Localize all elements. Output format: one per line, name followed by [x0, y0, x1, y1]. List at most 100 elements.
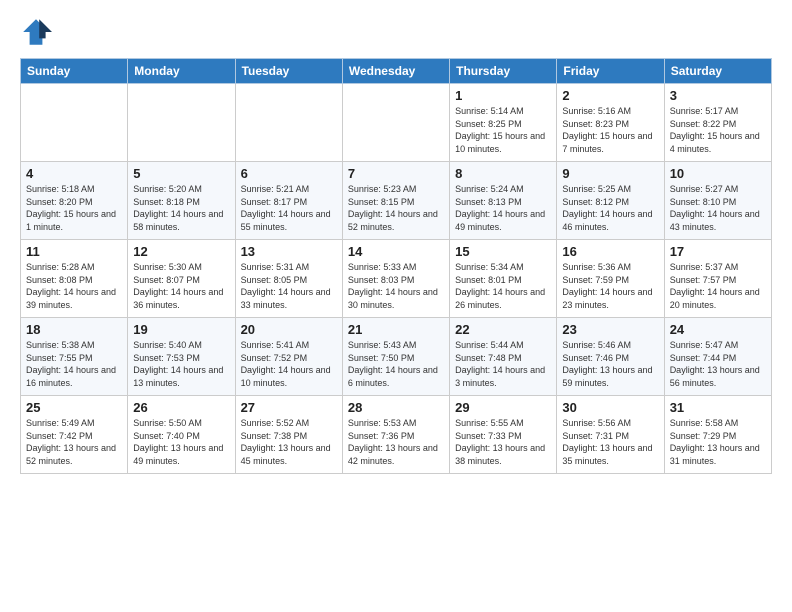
calendar-cell: 5 Sunrise: 5:20 AM Sunset: 8:18 PM Daylig…	[128, 162, 235, 240]
cell-details: Sunrise: 5:40 AM Sunset: 7:53 PM Dayligh…	[133, 339, 229, 389]
calendar-cell	[21, 84, 128, 162]
calendar-cell: 10 Sunrise: 5:27 AM Sunset: 8:10 PM Dayli…	[664, 162, 771, 240]
day-number: 25	[26, 400, 122, 415]
cell-details: Sunrise: 5:36 AM Sunset: 7:59 PM Dayligh…	[562, 261, 658, 311]
day-number: 28	[348, 400, 444, 415]
cell-details: Sunrise: 5:43 AM Sunset: 7:50 PM Dayligh…	[348, 339, 444, 389]
day-number: 10	[670, 166, 766, 181]
day-header-wednesday: Wednesday	[342, 59, 449, 84]
calendar-cell: 26 Sunrise: 5:50 AM Sunset: 7:40 PM Dayli…	[128, 396, 235, 474]
day-header-saturday: Saturday	[664, 59, 771, 84]
day-number: 11	[26, 244, 122, 259]
day-number: 9	[562, 166, 658, 181]
cell-details: Sunrise: 5:41 AM Sunset: 7:52 PM Dayligh…	[241, 339, 337, 389]
cell-details: Sunrise: 5:50 AM Sunset: 7:40 PM Dayligh…	[133, 417, 229, 467]
calendar-cell: 16 Sunrise: 5:36 AM Sunset: 7:59 PM Dayli…	[557, 240, 664, 318]
cell-details: Sunrise: 5:38 AM Sunset: 7:55 PM Dayligh…	[26, 339, 122, 389]
calendar-cell: 13 Sunrise: 5:31 AM Sunset: 8:05 PM Dayli…	[235, 240, 342, 318]
day-number: 14	[348, 244, 444, 259]
calendar-cell: 11 Sunrise: 5:28 AM Sunset: 8:08 PM Dayli…	[21, 240, 128, 318]
calendar-cell: 24 Sunrise: 5:47 AM Sunset: 7:44 PM Dayli…	[664, 318, 771, 396]
day-number: 27	[241, 400, 337, 415]
cell-details: Sunrise: 5:27 AM Sunset: 8:10 PM Dayligh…	[670, 183, 766, 233]
day-header-monday: Monday	[128, 59, 235, 84]
calendar-cell: 18 Sunrise: 5:38 AM Sunset: 7:55 PM Dayli…	[21, 318, 128, 396]
calendar-cell: 20 Sunrise: 5:41 AM Sunset: 7:52 PM Dayli…	[235, 318, 342, 396]
day-number: 1	[455, 88, 551, 103]
day-number: 22	[455, 322, 551, 337]
calendar-cell: 9Sunrise: 5:25 AM Sunset: 8:12 PM Daylig…	[557, 162, 664, 240]
calendar-week-3: 11 Sunrise: 5:28 AM Sunset: 8:08 PM Dayli…	[21, 240, 772, 318]
cell-details: Sunrise: 5:47 AM Sunset: 7:44 PM Dayligh…	[670, 339, 766, 389]
cell-details: Sunrise: 5:21 AM Sunset: 8:17 PM Dayligh…	[241, 183, 337, 233]
day-number: 16	[562, 244, 658, 259]
calendar-week-2: 4Sunrise: 5:18 AM Sunset: 8:20 PM Daylig…	[21, 162, 772, 240]
cell-details: Sunrise: 5:37 AM Sunset: 7:57 PM Dayligh…	[670, 261, 766, 311]
calendar-cell: 19 Sunrise: 5:40 AM Sunset: 7:53 PM Dayli…	[128, 318, 235, 396]
calendar-cell	[342, 84, 449, 162]
calendar-cell: 8Sunrise: 5:24 AM Sunset: 8:13 PM Daylig…	[450, 162, 557, 240]
day-number: 3	[670, 88, 766, 103]
page: SundayMondayTuesdayWednesdayThursdayFrid…	[0, 0, 792, 612]
cell-details: Sunrise: 5:58 AM Sunset: 7:29 PM Dayligh…	[670, 417, 766, 467]
day-number: 6	[241, 166, 337, 181]
day-number: 21	[348, 322, 444, 337]
cell-details: Sunrise: 5:23 AM Sunset: 8:15 PM Dayligh…	[348, 183, 444, 233]
day-number: 30	[562, 400, 658, 415]
cell-details: Sunrise: 5:33 AM Sunset: 8:03 PM Dayligh…	[348, 261, 444, 311]
cell-details: Sunrise: 5:44 AM Sunset: 7:48 PM Dayligh…	[455, 339, 551, 389]
calendar-cell: 29Sunrise: 5:55 AM Sunset: 7:33 PM Dayli…	[450, 396, 557, 474]
calendar-cell: 23 Sunrise: 5:46 AM Sunset: 7:46 PM Dayli…	[557, 318, 664, 396]
day-number: 15	[455, 244, 551, 259]
day-header-tuesday: Tuesday	[235, 59, 342, 84]
calendar-cell: 31 Sunrise: 5:58 AM Sunset: 7:29 PM Dayli…	[664, 396, 771, 474]
calendar-cell: 14 Sunrise: 5:33 AM Sunset: 8:03 PM Dayli…	[342, 240, 449, 318]
calendar-cell	[128, 84, 235, 162]
calendar-cell: 2 Sunrise: 5:16 AM Sunset: 8:23 PM Daylig…	[557, 84, 664, 162]
day-number: 12	[133, 244, 229, 259]
logo	[20, 16, 56, 48]
day-number: 29	[455, 400, 551, 415]
cell-details: Sunrise: 5:34 AM Sunset: 8:01 PM Dayligh…	[455, 261, 551, 311]
calendar-cell: 6 Sunrise: 5:21 AM Sunset: 8:17 PM Daylig…	[235, 162, 342, 240]
cell-details: Sunrise: 5:16 AM Sunset: 8:23 PM Dayligh…	[562, 105, 658, 155]
header	[20, 16, 772, 48]
calendar-cell: 7 Sunrise: 5:23 AM Sunset: 8:15 PM Daylig…	[342, 162, 449, 240]
calendar-week-4: 18 Sunrise: 5:38 AM Sunset: 7:55 PM Dayli…	[21, 318, 772, 396]
cell-details: Sunrise: 5:17 AM Sunset: 8:22 PM Dayligh…	[670, 105, 766, 155]
cell-details: Sunrise: 5:20 AM Sunset: 8:18 PM Dayligh…	[133, 183, 229, 233]
calendar-header-row: SundayMondayTuesdayWednesdayThursdayFrid…	[21, 59, 772, 84]
calendar-cell: 28 Sunrise: 5:53 AM Sunset: 7:36 PM Dayli…	[342, 396, 449, 474]
day-number: 5	[133, 166, 229, 181]
day-header-friday: Friday	[557, 59, 664, 84]
calendar-cell: 21 Sunrise: 5:43 AM Sunset: 7:50 PM Dayli…	[342, 318, 449, 396]
day-number: 17	[670, 244, 766, 259]
calendar-cell: 27 Sunrise: 5:52 AM Sunset: 7:38 PM Dayli…	[235, 396, 342, 474]
day-number: 26	[133, 400, 229, 415]
calendar-cell: 4Sunrise: 5:18 AM Sunset: 8:20 PM Daylig…	[21, 162, 128, 240]
cell-details: Sunrise: 5:14 AM Sunset: 8:25 PM Dayligh…	[455, 105, 551, 155]
day-number: 18	[26, 322, 122, 337]
cell-details: Sunrise: 5:24 AM Sunset: 8:13 PM Dayligh…	[455, 183, 551, 233]
calendar-cell: 3 Sunrise: 5:17 AM Sunset: 8:22 PM Daylig…	[664, 84, 771, 162]
cell-details: Sunrise: 5:28 AM Sunset: 8:08 PM Dayligh…	[26, 261, 122, 311]
cell-details: Sunrise: 5:46 AM Sunset: 7:46 PM Dayligh…	[562, 339, 658, 389]
day-number: 31	[670, 400, 766, 415]
day-number: 2	[562, 88, 658, 103]
day-number: 19	[133, 322, 229, 337]
calendar-week-1: 1 Sunrise: 5:14 AM Sunset: 8:25 PM Daylig…	[21, 84, 772, 162]
calendar-cell	[235, 84, 342, 162]
cell-details: Sunrise: 5:53 AM Sunset: 7:36 PM Dayligh…	[348, 417, 444, 467]
day-number: 20	[241, 322, 337, 337]
cell-details: Sunrise: 5:52 AM Sunset: 7:38 PM Dayligh…	[241, 417, 337, 467]
day-number: 24	[670, 322, 766, 337]
calendar-cell: 25 Sunrise: 5:49 AM Sunset: 7:42 PM Dayli…	[21, 396, 128, 474]
day-number: 13	[241, 244, 337, 259]
cell-details: Sunrise: 5:49 AM Sunset: 7:42 PM Dayligh…	[26, 417, 122, 467]
calendar-cell: 17 Sunrise: 5:37 AM Sunset: 7:57 PM Dayli…	[664, 240, 771, 318]
day-number: 7	[348, 166, 444, 181]
calendar-week-5: 25 Sunrise: 5:49 AM Sunset: 7:42 PM Dayli…	[21, 396, 772, 474]
cell-details: Sunrise: 5:31 AM Sunset: 8:05 PM Dayligh…	[241, 261, 337, 311]
day-header-sunday: Sunday	[21, 59, 128, 84]
day-number: 23	[562, 322, 658, 337]
